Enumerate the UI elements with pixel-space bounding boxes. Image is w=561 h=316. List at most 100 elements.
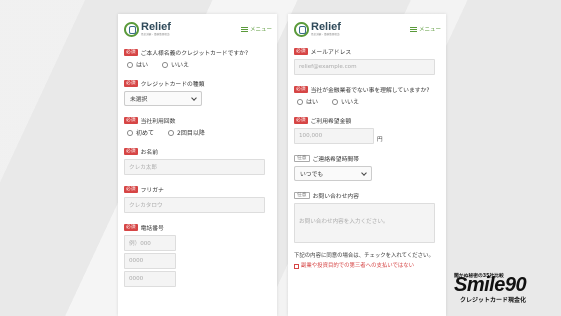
field-not-finance: 必須 当社が金融業者でない事を理解していますか? はい いいえ [294, 85, 440, 106]
chevron-down-icon [191, 94, 197, 101]
background [0, 0, 561, 316]
field-label: ご連絡希望時間帯 [312, 157, 359, 163]
form: 必須 メールアドレス relief@example.com 必須 当社が金融業者… [288, 47, 446, 271]
radio-circle[interactable] [127, 61, 133, 68]
email-input[interactable]: relief@example.com [294, 59, 435, 75]
logo-subtitle: 借金減額・債務整理相談 [141, 32, 170, 36]
radio-circle[interactable] [332, 98, 339, 105]
field-label: 当社が金融業者でない事を理解していますか? [310, 88, 430, 94]
required-badge: 必須 [124, 48, 138, 57]
field-label: ご利用希望金額 [310, 119, 352, 125]
field-label: お問い合わせ内容 [312, 194, 359, 200]
required-badge: 必須 [294, 85, 308, 94]
card-type-select[interactable]: 未選択 [124, 91, 202, 106]
placeholder: クレカタロウ [129, 203, 163, 209]
field-name: 必須 お名前 クレカ太郎 [124, 147, 271, 175]
required-badge: 必須 [294, 47, 308, 56]
radio-circle[interactable] [162, 61, 169, 68]
select-value: 未選択 [130, 97, 148, 103]
required-badge: 必須 [124, 147, 138, 156]
consent-checkbox[interactable] [294, 263, 299, 269]
relief-logo-icon [294, 21, 309, 37]
consent-section: 下記の内容に同意の場合は、チェックを入れてください。 副業や投資目的での第三者へ… [294, 253, 440, 271]
radio-no[interactable]: いいえ [162, 60, 189, 69]
field-label: 電話番号 [140, 226, 164, 232]
logo-name: Relief [141, 20, 171, 33]
menu-button[interactable]: メニュー [409, 25, 441, 33]
radio-label: はい [136, 62, 149, 69]
brand-subtitle: クレジットカード現金化 [460, 297, 527, 304]
radio-circle[interactable] [127, 129, 133, 136]
field-tel: 必須 電話番号 例）000 0000 0000 [124, 223, 271, 287]
menu-label: メニュー [418, 27, 441, 33]
radio-label: いいえ [341, 99, 360, 106]
logo-name: Relief [311, 20, 341, 33]
consent-label: 副業や投資目的での第三者への支払いではない [301, 262, 415, 269]
placeholder: 0000 [129, 276, 144, 282]
amount-input[interactable]: 100,000 [294, 128, 374, 144]
optional-badge: 任意 [294, 191, 310, 200]
name-input[interactable]: クレカ太郎 [124, 159, 265, 175]
chevron-down-icon [361, 169, 367, 176]
placeholder: クレカ太郎 [129, 165, 157, 171]
menu-button[interactable]: メニュー [240, 25, 272, 33]
field-contact-time: 任意 ご連絡希望時間帯 いつでも [294, 154, 440, 181]
required-badge: 必須 [294, 116, 308, 125]
radio-first-time[interactable]: 初めて [127, 128, 154, 137]
site-header: Relief 借金減額・債務整理相談 メニュー [118, 14, 277, 44]
radio-circle[interactable] [168, 129, 175, 136]
field-kana: 必須 フリガナ クレカタロウ [124, 185, 271, 213]
inquiry-textarea[interactable]: お問い合わせ内容を入力ください。 [294, 203, 435, 243]
tel-input-3[interactable]: 0000 [124, 271, 176, 287]
field-email: 必須 メールアドレス relief@example.com [294, 47, 440, 75]
radio-no[interactable]: いいえ [332, 97, 359, 106]
logo-subtitle: 借金減額・債務整理相談 [311, 32, 340, 36]
tel-input-1[interactable]: 例）000 [124, 235, 176, 251]
placeholder: 例）000 [129, 241, 151, 247]
placeholder: 100,000 [299, 133, 323, 139]
placeholder: relief@example.com [299, 64, 357, 70]
tel-input-2[interactable]: 0000 [124, 253, 176, 269]
required-badge: 必須 [124, 79, 138, 88]
field-label: メールアドレス [310, 50, 352, 56]
radio-label: 2回目以降 [177, 130, 205, 137]
field-label: フリガナ [140, 188, 164, 194]
hamburger-icon [409, 26, 417, 32]
site-logo[interactable]: Relief 借金減額・債務整理相談 [294, 20, 341, 37]
brand-logo: 聞かぬ秘密の35社比較 Smile90 クレジットカード現金化 [452, 272, 560, 306]
field-label: お名前 [140, 150, 159, 156]
field-amount: 必須 ご利用希望金額 100,000 円 [294, 116, 440, 144]
radio-label: いいえ [171, 62, 190, 69]
consent-checkbox-row[interactable]: 副業や投資目的での第三者への支払いではない [294, 263, 440, 271]
contact-time-select[interactable]: いつでも [294, 166, 372, 181]
field-usage-count: 必須 当社利用回数 初めて 2回目以降 [124, 116, 271, 137]
form: 必須 ご本人様名義のクレジットカードですか? はい いいえ 必須 クレジットカー… [118, 48, 277, 287]
radio-label: はい [306, 99, 319, 106]
menu-label: メニュー [249, 27, 272, 33]
placeholder: お問い合わせ内容を入力ください。 [299, 219, 389, 225]
select-value: いつでも [300, 172, 324, 178]
field-label: ご本人様名義のクレジットカードですか? [140, 51, 249, 57]
kana-input[interactable]: クレカタロウ [124, 197, 265, 213]
optional-badge: 任意 [294, 154, 310, 163]
phone-screen-right: Relief 借金減額・債務整理相談 メニュー 必須 メールアドレス relie… [288, 14, 446, 316]
required-badge: 必須 [124, 185, 138, 194]
phone-screen-left: Relief 借金減額・債務整理相談 メニュー 必須 ご本人様名義のクレジットカ… [118, 14, 277, 316]
field-card-type: 必須 クレジットカードの種類 未選択 [124, 79, 271, 106]
site-header: Relief 借金減額・債務整理相談 メニュー [288, 14, 446, 44]
site-logo[interactable]: Relief 借金減額・債務整理相談 [124, 20, 171, 37]
hamburger-icon [240, 26, 248, 32]
required-badge: 必須 [124, 223, 138, 232]
field-label: クレジットカードの種類 [140, 82, 205, 88]
field-card-owner: 必須 ご本人様名義のクレジットカードですか? はい いいえ [124, 48, 271, 69]
radio-label: 初めて [136, 130, 155, 137]
consent-instruction: 下記の内容に同意の場合は、チェックを入れてください。 [294, 253, 434, 259]
required-badge: 必須 [124, 116, 138, 125]
relief-logo-icon [124, 21, 139, 37]
placeholder: 0000 [129, 258, 144, 264]
radio-circle[interactable] [297, 98, 303, 105]
radio-yes[interactable]: はい [297, 97, 318, 106]
radio-yes[interactable]: はい [127, 60, 148, 69]
field-inquiry: 任意 お問い合わせ内容 お問い合わせ内容を入力ください。 [294, 191, 440, 243]
radio-second-or-later[interactable]: 2回目以降 [168, 128, 205, 137]
